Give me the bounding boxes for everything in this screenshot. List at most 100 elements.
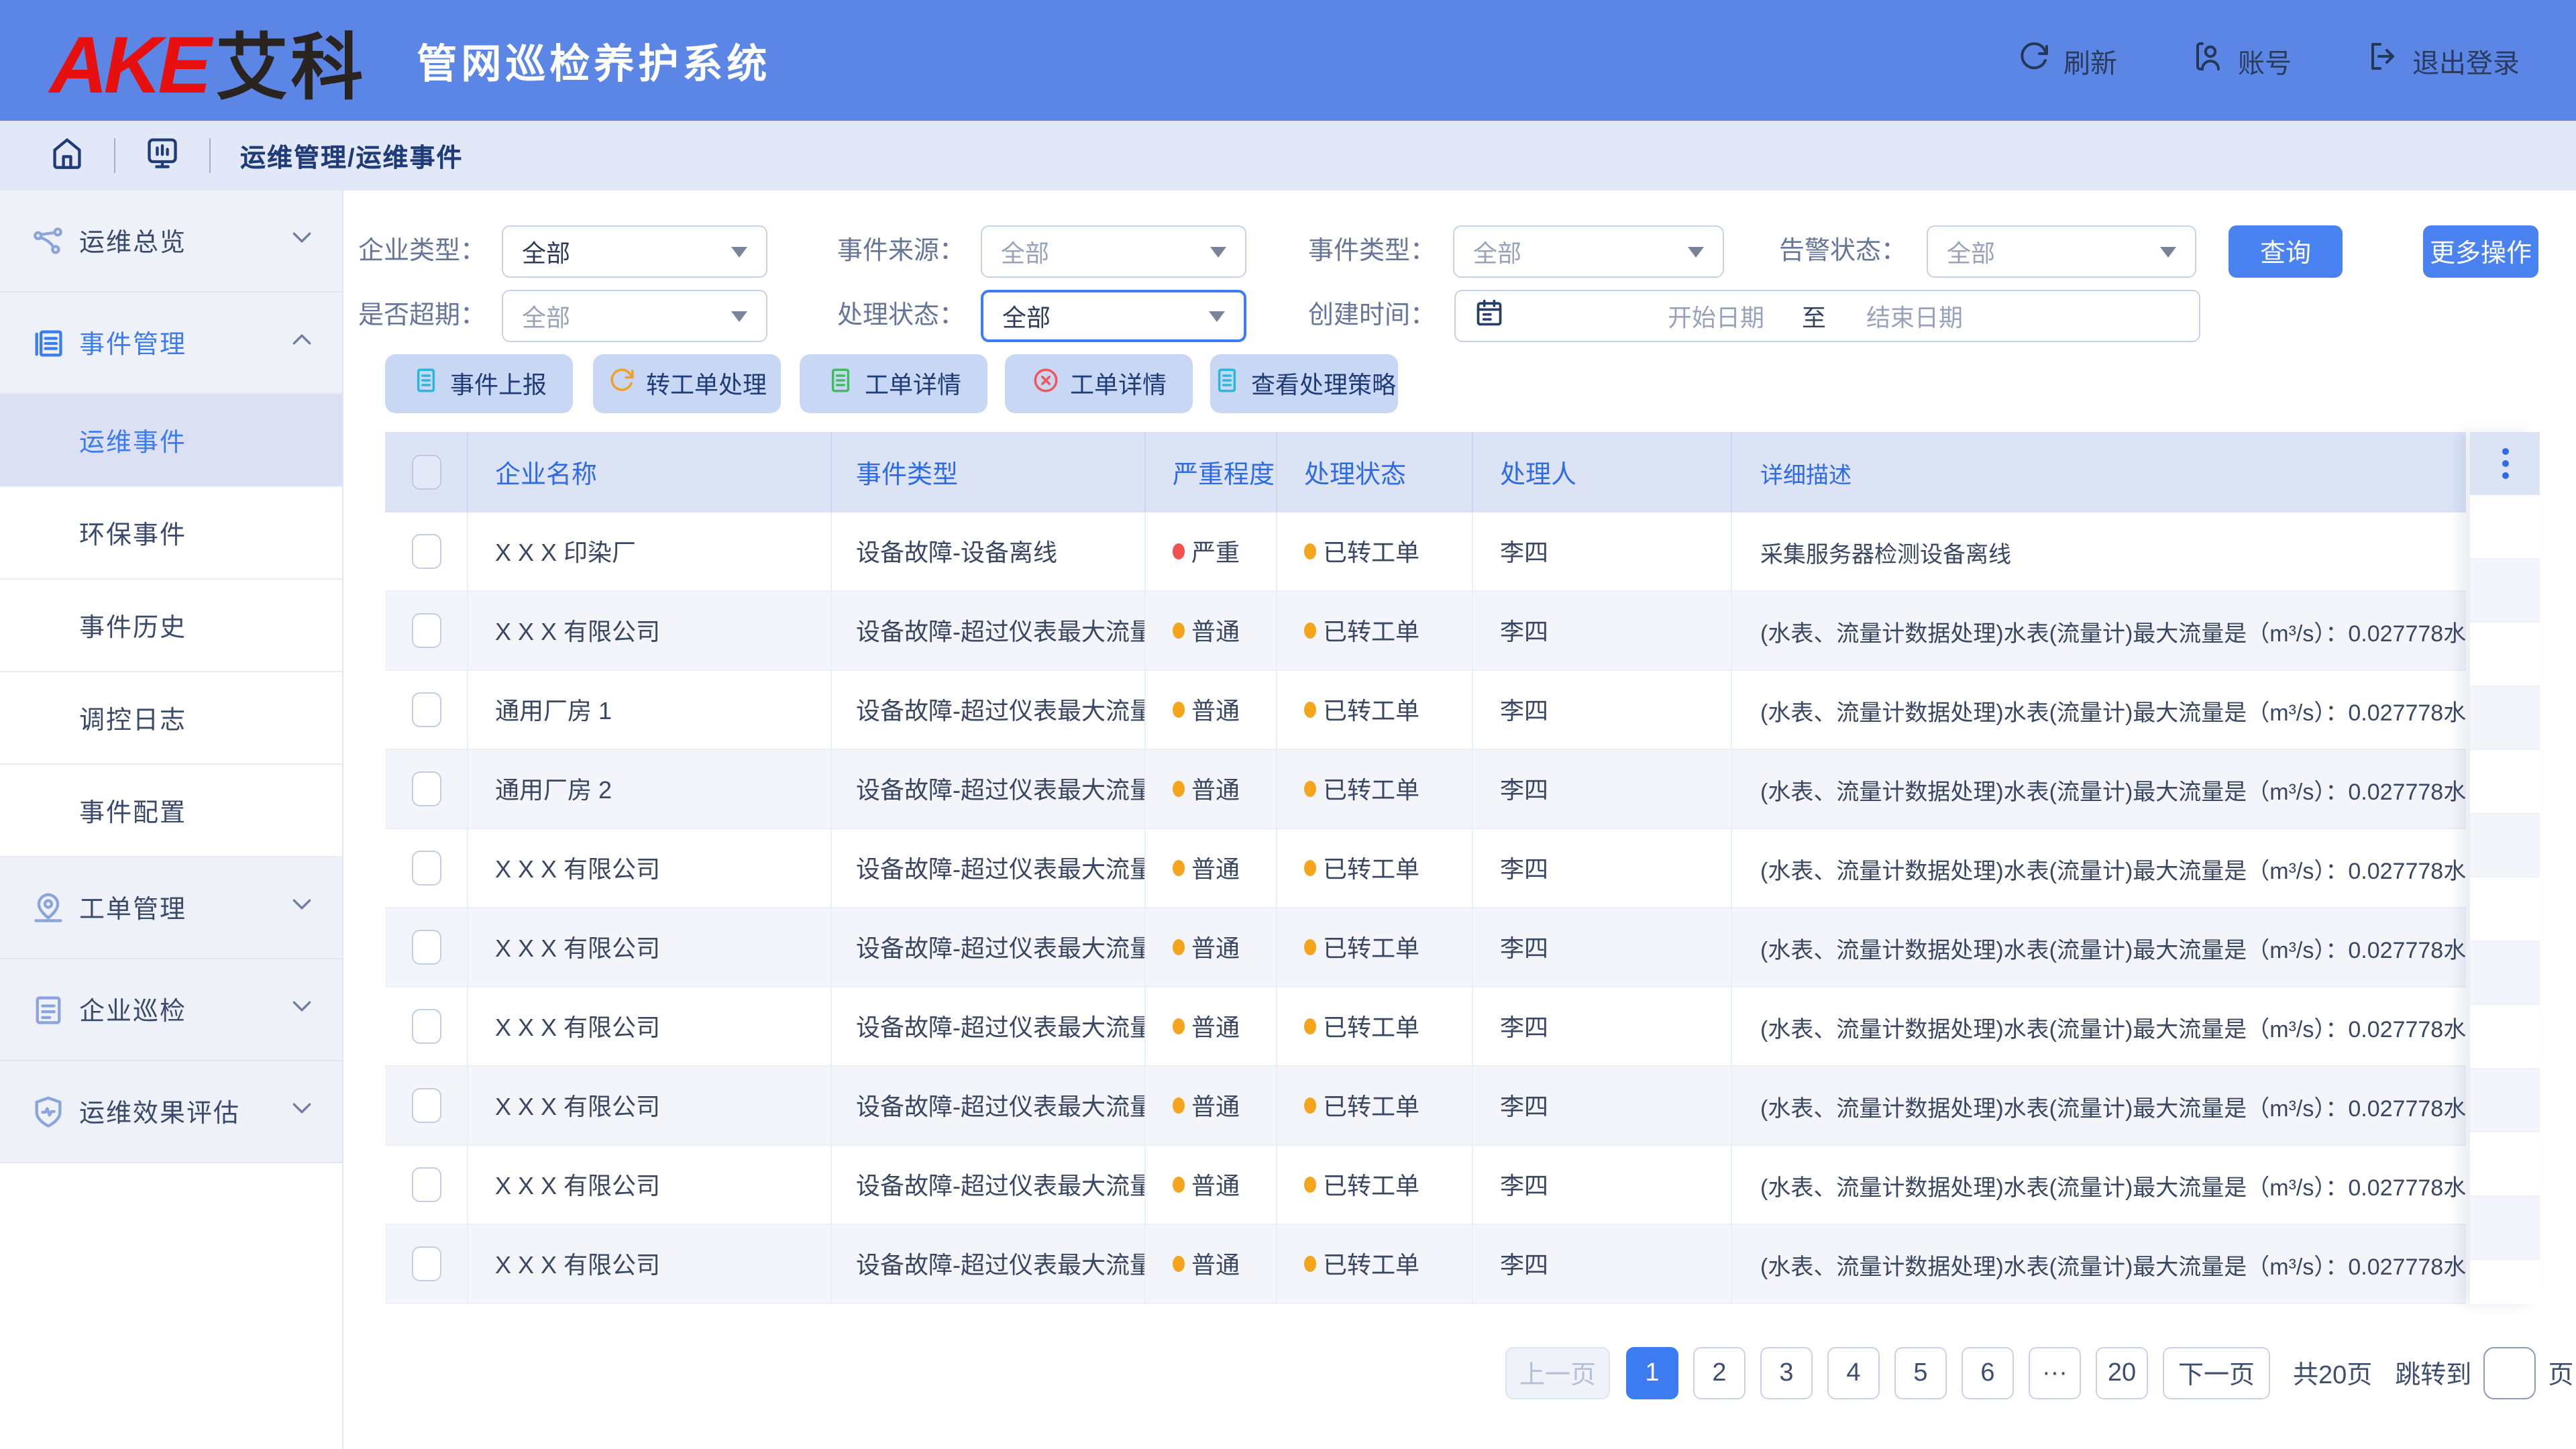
overdue-select[interactable]: 全部 [502,290,767,342]
date-to-label: 至 [1802,299,1826,333]
select-arrow-icon [1209,311,1225,321]
row-checkbox[interactable] [411,692,441,727]
pinned-cell [2470,686,2540,750]
status-text: 已转工单 [1323,851,1419,885]
status-text: 已转工单 [1323,1088,1419,1123]
row-checkbox[interactable] [411,771,441,806]
event-type-select[interactable]: 全部 [1453,225,1724,278]
severity-dot [1173,1177,1185,1193]
select-arrow-icon [1688,246,1704,257]
page-ellipsis-button[interactable]: ··· [2029,1347,2081,1399]
status-text: 已转工单 [1323,1167,1419,1202]
row-checkbox[interactable] [411,851,441,885]
search-button[interactable]: 查询 [2229,225,2343,278]
prev-page-button[interactable]: 上一页 [1505,1347,1610,1399]
event-source-label: 事件来源： [830,225,965,278]
page-unit-label: 页 [2548,1355,2573,1391]
row-checkbox[interactable] [411,930,441,965]
table-row[interactable]: X X X 有限公司 设备故障-超过仪表最大流量 普通 已转工单 李四 (水表、… [385,829,2466,908]
event-report-button[interactable]: 事件上报 [385,354,573,413]
handle-status-select[interactable]: 全部 [981,290,1246,342]
company-type-select[interactable]: 全部 [502,225,767,278]
sidebar-item-workorder-management[interactable]: 工单管理 [0,857,342,959]
table-row[interactable]: X X X 有限公司 设备故障-超过仪表最大流量 普通 已转工单 李四 (水表、… [385,592,2466,671]
pinned-cell [2470,559,2540,623]
start-date-placeholder: 开始日期 [1668,299,1764,333]
column-settings-icon[interactable] [2502,448,2508,479]
logout-label: 退出登录 [2412,41,2520,80]
cell-handler: 李四 [1473,987,1732,1065]
row-checkbox[interactable] [411,613,441,648]
col-handler: 处理人 [1473,432,1732,513]
sidebar-item-event-history[interactable]: 事件历史 [0,580,342,672]
sidebar-item-ops-events[interactable]: 运维事件 [0,394,342,487]
table-row[interactable]: X X X 有限公司 设备故障-超过仪表最大流量 普通 已转工单 李四 (水表、… [385,1146,2466,1225]
network-nodes-icon [31,223,66,258]
workorder-close-detail-button[interactable]: 工单详情 [1005,354,1193,413]
row-checkbox[interactable] [411,1246,441,1281]
next-page-button[interactable]: 下一页 [2163,1347,2270,1399]
jump-page-input[interactable] [2483,1347,2536,1399]
cell-description: (水表、流量计数据处理)水表(流量计)最大流量是（m³/s）：0.027778水… [1732,908,2466,986]
refresh-button[interactable]: 刷新 [2018,40,2117,80]
to-workorder-button[interactable]: 转工单处理 [593,354,781,413]
logout-button[interactable]: 退出登录 [2367,40,2520,80]
alarm-status-select[interactable]: 全部 [1927,225,2196,278]
status-text: 已转工单 [1323,930,1419,965]
status-dot [1304,543,1316,559]
table-row[interactable]: 通用厂房 1 设备故障-超过仪表最大流量 普通 已转工单 李四 (水表、流量计数… [385,671,2466,750]
select-all-checkbox[interactable] [411,455,441,490]
workorder-detail-button[interactable]: 工单详情 [800,354,987,413]
table-row[interactable]: X X X 有限公司 设备故障-超过仪表最大流量 普通 已转工单 李四 (水表、… [385,1225,2466,1304]
sidebar-item-event-management[interactable]: 事件管理 [0,292,342,394]
page-button-6[interactable]: 6 [1962,1347,2014,1399]
event-source-select[interactable]: 全部 [981,225,1246,278]
view-strategy-button[interactable]: 查看处理策略 [1210,354,1398,413]
main-content: 企业类型： 全部 事件来源： 全部 事件类型： 全部 告警状态： 全部 查询 更… [343,191,2576,1449]
pinned-column-header [2470,432,2540,495]
severity-dot [1173,781,1185,797]
table-row[interactable]: 通用厂房 2 设备故障-超过仪表最大流量 普通 已转工单 李四 (水表、流量计数… [385,750,2466,829]
cell-handler: 李四 [1473,1146,1732,1224]
pinned-cell [2470,623,2540,686]
refresh-icon [2018,40,2050,80]
cell-description: 采集服务器检测设备离线 [1732,513,2466,590]
sidebar-item-ops-overview[interactable]: 运维总览 [0,191,342,292]
row-checkbox[interactable] [411,1088,441,1123]
cell-event-type: 设备故障-超过仪表最大流量 [832,987,1146,1065]
dashboard-monitor-icon[interactable] [145,135,180,176]
table-row[interactable]: X X X 有限公司 设备故障-超过仪表最大流量 普通 已转工单 李四 (水表、… [385,987,2466,1067]
more-actions-button[interactable]: 更多操作 [2423,225,2538,278]
sidebar-item-event-config[interactable]: 事件配置 [0,765,342,857]
logo-cn-text: 艾科 [215,7,366,113]
table-row[interactable]: X X X 有限公司 设备故障-超过仪表最大流量 普通 已转工单 李四 (水表、… [385,1067,2466,1146]
status-text: 已转工单 [1323,771,1419,806]
sidebar-item-enterprise-inspection[interactable]: 企业巡检 [0,959,342,1061]
sidebar-item-env-events[interactable]: 环保事件 [0,487,342,580]
document-cyan-icon [411,366,439,401]
page-button-5[interactable]: 5 [1894,1347,1947,1399]
sidebar-item-ops-effect-evaluation[interactable]: 运维效果评估 [0,1061,342,1163]
row-checkbox[interactable] [411,1009,441,1044]
severity-text: 普通 [1191,1009,1240,1044]
row-checkbox[interactable] [411,1167,441,1202]
table-row[interactable]: X X X 有限公司 设备故障-超过仪表最大流量 普通 已转工单 李四 (水表、… [385,908,2466,987]
severity-dot [1173,939,1185,955]
page-button-3[interactable]: 3 [1760,1347,1813,1399]
account-button[interactable]: 账号 [2192,40,2292,80]
sidebar-item-label: 工单管理 [79,890,186,926]
status-dot [1304,939,1316,955]
page-button-2[interactable]: 2 [1693,1347,1746,1399]
severity-text: 普通 [1191,930,1240,965]
create-time-range-picker[interactable]: 开始日期 至 结束日期 [1454,290,2200,342]
table-row[interactable]: X X X 印染厂 设备故障-设备离线 严重 已转工单 李四 采集服务器检测设备… [385,513,2466,592]
page-button-20[interactable]: 20 [2096,1347,2148,1399]
page-button-4[interactable]: 4 [1827,1347,1880,1399]
sidebar-item-control-logs[interactable]: 调控日志 [0,672,342,765]
pinned-cell [2470,941,2540,1005]
home-icon[interactable] [50,135,85,176]
row-checkbox[interactable] [411,534,441,569]
select-arrow-icon [731,311,747,321]
cell-description: (水表、流量计数据处理)水表(流量计)最大流量是（m³/s）：0.027778水… [1732,1067,2466,1144]
page-button-1[interactable]: 1 [1626,1347,1678,1399]
